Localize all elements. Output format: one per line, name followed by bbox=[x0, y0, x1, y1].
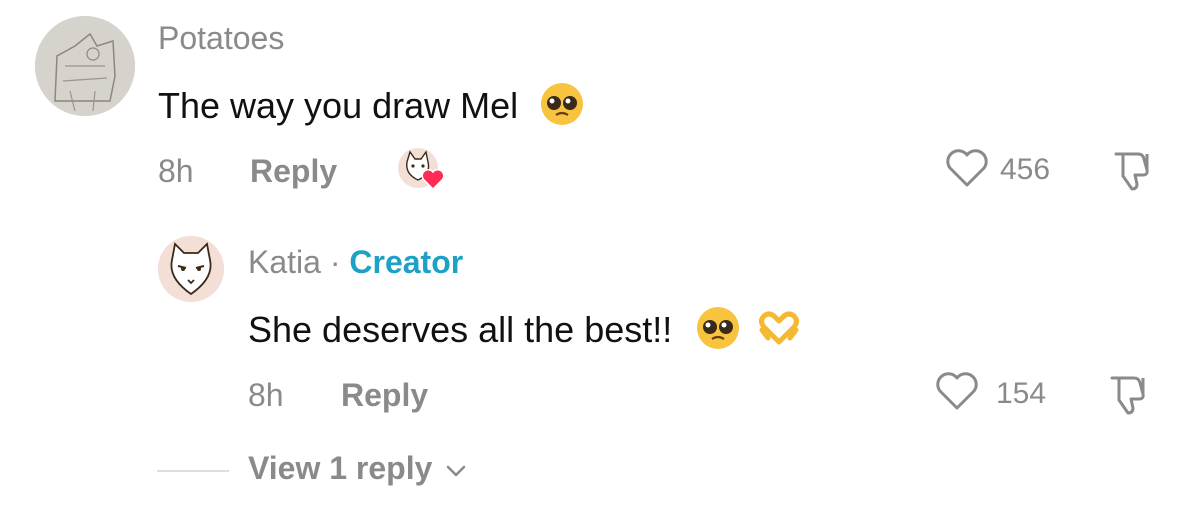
thumbs-down-icon bbox=[1110, 376, 1145, 415]
replies-divider-line bbox=[157, 470, 229, 472]
view-replies-label: View 1 reply bbox=[248, 450, 433, 486]
chevron-down-icon bbox=[447, 465, 466, 476]
pleading-face-emoji bbox=[540, 82, 584, 135]
heart-outline-icon bbox=[946, 149, 988, 187]
comment-timestamp: 8h bbox=[158, 153, 194, 189]
creator-liked-badge bbox=[397, 146, 447, 196]
reply-dislike-button[interactable] bbox=[1106, 372, 1152, 418]
creator-avatar[interactable] bbox=[158, 236, 224, 302]
creator-liked-heart-icon bbox=[421, 168, 445, 190]
commenter-username[interactable]: Potatoes bbox=[158, 20, 284, 57]
commenter-avatar[interactable] bbox=[35, 16, 135, 116]
comment-text-row: The way you draw Mel bbox=[158, 82, 584, 135]
heart-hands-emoji bbox=[756, 308, 802, 357]
reply-like-count: 154 bbox=[996, 377, 1047, 410]
comment-text: The way you draw Mel bbox=[158, 85, 519, 127]
comment-reply-button[interactable]: Reply bbox=[250, 153, 337, 190]
reply-text-row: She deserves all the best!! bbox=[248, 306, 802, 359]
heart-outline-icon bbox=[936, 372, 978, 410]
badge-separator: · bbox=[329, 244, 341, 280]
reply-reply-button[interactable]: Reply bbox=[341, 377, 428, 414]
reply-text: She deserves all the best!! bbox=[248, 309, 673, 351]
reply-author-row: Katia · Creator bbox=[248, 244, 463, 281]
thumbs-down-icon bbox=[1114, 152, 1149, 191]
view-replies-button[interactable]: View 1 reply bbox=[248, 450, 467, 487]
reply-timestamp: 8h bbox=[248, 377, 284, 413]
reply-like-button[interactable] bbox=[935, 371, 979, 415]
comment-dislike-button[interactable] bbox=[1110, 148, 1156, 194]
comment-like-count: 456 bbox=[1000, 153, 1051, 186]
pleading-face-emoji bbox=[696, 306, 740, 359]
creator-badge: Creator bbox=[349, 244, 464, 280]
comment-like-button[interactable] bbox=[945, 148, 989, 192]
reply-username[interactable]: Katia bbox=[248, 244, 321, 280]
